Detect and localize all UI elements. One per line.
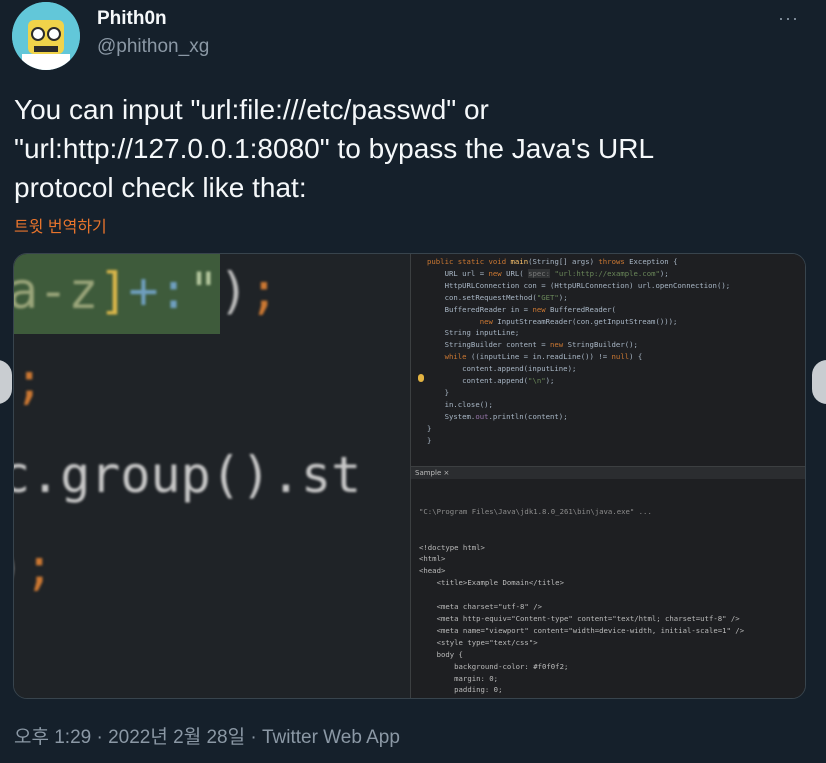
avatar[interactable] <box>12 2 80 70</box>
translate-link[interactable]: 트윗 번역하기 <box>14 213 107 237</box>
output-line: font-family: -apple-system, system-ui, B… <box>419 696 805 698</box>
media-image[interactable]: a-z]+:"); ); c.group().st ); public stat… <box>13 253 806 699</box>
output-line: <style type="text/css"> <box>419 637 538 647</box>
zoom-line: c.group().st <box>14 446 362 504</box>
code-line: BufferedReader in = new BufferedReader( <box>427 304 616 314</box>
chevron-right-icon[interactable] <box>812 360 826 404</box>
code-editor: public static void main(String[] args) t… <box>411 254 805 464</box>
run-tab: Sample × <box>415 469 450 477</box>
code-line: content.append(inputLine); <box>427 364 577 374</box>
zoom-line: ); <box>14 352 45 410</box>
code-line: while ((inputLine = in.readLine()) != nu… <box>444 352 643 362</box>
code-line: URL url = new URL( spec: "url:http://exa… <box>427 268 669 278</box>
code-line: HttpURLConnection con = (HttpURLConnecti… <box>427 280 731 290</box>
console-output: "C:\Program Files\Java\jdk1.8.0_261\bin\… <box>419 482 805 698</box>
code-line: String inputLine; <box>427 328 520 338</box>
zoom-line: a-z]+:"); <box>14 262 279 320</box>
ide-screenshot: public static void main(String[] args) t… <box>411 254 805 698</box>
code-line: in.close(); <box>427 399 493 409</box>
author-handle[interactable]: @phithon_xg <box>97 36 209 58</box>
tweet-timestamp[interactable]: 오후 1:29 · 2022년 2월 28일 · Twitter Web App <box>14 722 400 749</box>
author-name[interactable]: Phith0n <box>97 8 167 30</box>
code-line: StringBuilder content = new StringBuilde… <box>427 340 638 350</box>
output-line: margin: 0; <box>419 673 499 683</box>
code-line: content.append("\n"); <box>427 376 555 386</box>
tweet-text: You can input "url:file:///etc/passwd" o… <box>14 94 655 203</box>
code-line: new InputStreamReader(con.getInputStream… <box>479 316 678 326</box>
output-line: padding: 0; <box>419 685 503 695</box>
output-line: <meta http-equiv="Content-type" content=… <box>419 613 740 623</box>
output-line: <html> <box>419 554 446 564</box>
output-line: <title>Example Domain</title> <box>419 578 564 588</box>
output-cmd: "C:\Program Files\Java\jdk1.8.0_261\bin\… <box>419 506 652 516</box>
code-line: System.out.println(content); <box>427 411 568 421</box>
code-line: } <box>427 387 449 397</box>
code-line: } <box>427 423 432 433</box>
zoomed-code-image: a-z]+:"); ); c.group().st ); <box>14 254 410 698</box>
chevron-left-icon[interactable] <box>0 360 12 404</box>
lightbulb-icon <box>418 374 424 382</box>
output-line: background-color: #f0f0f2; <box>419 661 569 671</box>
code-line: con.setRequestMethod("GET"); <box>427 292 568 302</box>
output-line: <head> <box>419 566 446 576</box>
run-tab-bar: Sample × <box>411 466 805 479</box>
output-line: body { <box>419 649 463 659</box>
code-line: } <box>427 435 432 445</box>
output-line: <!doctype html> <box>419 542 485 552</box>
output-line: <meta name="viewport" content="width=dev… <box>419 625 745 635</box>
code-line: public static void main(String[] args) t… <box>427 257 678 266</box>
output-line: <meta charset="utf-8" /> <box>419 602 543 612</box>
editor-code: public static void main(String[] args) t… <box>427 256 730 447</box>
more-icon[interactable]: ··· <box>778 8 806 30</box>
zoom-line: ); <box>14 538 55 596</box>
